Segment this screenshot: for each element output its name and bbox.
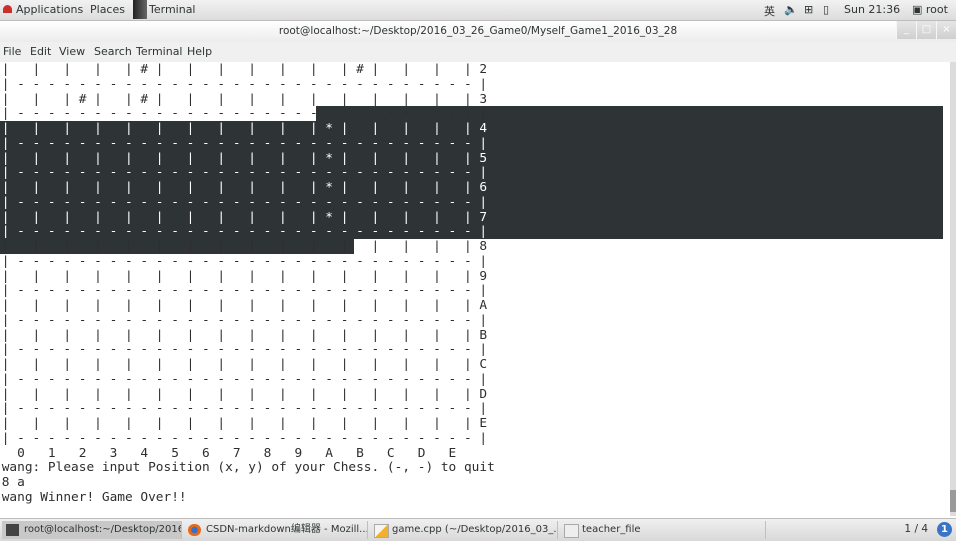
terminal-icon bbox=[6, 524, 19, 536]
terminal-line: | - - - - - - - - - - - - - - - - - - - … bbox=[0, 401, 488, 417]
terminal-line: | - - - - - - - - - - - - - - - - - - - … bbox=[0, 106, 488, 122]
user-menu[interactable]: ▣ root bbox=[912, 3, 948, 16]
battery-icon[interactable]: ▯ bbox=[823, 3, 829, 16]
terminal-line: | - - - - - - - - - - - - - - - - - - - … bbox=[0, 165, 488, 181]
task-label: teacher_file bbox=[582, 524, 641, 535]
terminal-line: 8 a bbox=[1, 475, 25, 490]
terminal-line: | | | | | | | | | | | | | | | | 8 bbox=[0, 239, 488, 254]
terminal-line: | - - - - - - - - - - - - - - - - - - - … bbox=[0, 430, 488, 446]
volume-icon[interactable]: 🔈 bbox=[784, 3, 798, 16]
terminal-line: | | | | | | | | | | | | | | | | C bbox=[0, 357, 488, 372]
terminal-line: | | | | | # | | | | | | | # | | | | 2 bbox=[0, 62, 488, 77]
terminal-app-icon bbox=[133, 0, 147, 19]
notification-badge[interactable]: 1 bbox=[937, 522, 952, 537]
task-label: game.cpp (~/Desktop/2016_03_... bbox=[392, 524, 558, 535]
terminal-line: | - - - - - - - - - - - - - - - - - - - … bbox=[0, 76, 488, 92]
firefox-icon bbox=[188, 524, 201, 536]
menu-terminal[interactable]: Terminal bbox=[136, 45, 183, 58]
terminal-line: | - - - - - - - - - - - - - - - - - - - … bbox=[0, 194, 488, 210]
task-firefox[interactable]: CSDN-markdown编辑器 - Mozill... bbox=[184, 521, 368, 539]
terminal-line: | | | | | | | | | | | * | | | | | 5 bbox=[0, 150, 488, 166]
window-titlebar[interactable]: root@localhost:~/Desktop/2016_03_26_Game… bbox=[0, 21, 956, 42]
terminal-line: | | | | | | | | | | | | | | | | B bbox=[0, 327, 488, 343]
terminal-scrollbar[interactable] bbox=[950, 62, 956, 516]
terminal-line: | | | | | | | | | | | | | | | | 9 bbox=[0, 268, 488, 284]
taskbar: root@localhost:~/Desktop/2016... CSDN-ma… bbox=[0, 518, 956, 541]
user-label: root bbox=[925, 3, 948, 16]
maximize-button[interactable]: □ bbox=[916, 21, 936, 39]
terminal-line: | | | | | | | | | | | | | | | | D bbox=[0, 386, 488, 402]
terminal-line: | | | # | | # | | | | | | | | | | | 3 bbox=[0, 91, 488, 107]
window-title: root@localhost:~/Desktop/2016_03_26_Game… bbox=[278, 25, 678, 37]
text-editor-icon bbox=[374, 524, 389, 538]
terminal-line: wang Winner! Game Over!! bbox=[0, 489, 187, 505]
terminal-line: | - - - - - - - - - - - - - - - - - - - … bbox=[0, 312, 488, 328]
terminal-line: | - - - - - - - - - - - - - - - - - - - … bbox=[0, 283, 488, 299]
terminal-line: | | | | | | | | | | | | | | | | A bbox=[0, 298, 488, 313]
task-label: CSDN-markdown编辑器 - Mozill... bbox=[206, 524, 368, 535]
close-button[interactable]: × bbox=[936, 21, 956, 39]
menubar: File Edit View Search Terminal Help bbox=[0, 42, 956, 62]
terminal-line: wang: Please input Position (x, y) of yo… bbox=[0, 460, 495, 476]
minimize-button[interactable]: _ bbox=[896, 21, 916, 39]
input-method-indicator[interactable]: 英 bbox=[764, 3, 775, 19]
top-panel: Applications Places Terminal 英 🔈 ⊞ ▯ Sun… bbox=[0, 0, 956, 21]
terminal-line: | - - - - - - - - - - - - - - - - - - - … bbox=[0, 342, 488, 358]
terminal-line: | | | | | | | | | | | * | | | | | 7 bbox=[0, 209, 488, 225]
scrollbar-thumb[interactable] bbox=[950, 490, 956, 512]
menu-edit[interactable]: Edit bbox=[30, 45, 51, 58]
menu-file[interactable]: File bbox=[3, 45, 21, 58]
window-controls: _ □ × bbox=[896, 21, 956, 39]
terminal-line: | | | | | | | | | | | * | | | | | 4 bbox=[0, 121, 488, 136]
menu-help[interactable]: Help bbox=[187, 45, 212, 58]
task-gedit[interactable]: game.cpp (~/Desktop/2016_03_... bbox=[370, 521, 558, 539]
user-icon: ▣ bbox=[912, 3, 923, 16]
places-menu[interactable]: Places bbox=[90, 3, 125, 16]
terminal-line: | | | | | | | | | | | | | | | | E bbox=[0, 416, 488, 431]
terminal-line: | - - - - - - - - - - - - - - - - - - - … bbox=[0, 371, 488, 387]
active-app-menu[interactable]: Terminal bbox=[149, 3, 196, 16]
applications-label: Applications bbox=[16, 3, 84, 16]
terminal-line: | - - - - - - - - - - - - - - - - - - - … bbox=[0, 253, 488, 269]
menu-search[interactable]: Search bbox=[94, 45, 132, 58]
menu-view[interactable]: View bbox=[59, 45, 85, 58]
terminal-line: 0 1 2 3 4 5 6 7 8 9 A B C D E bbox=[0, 445, 457, 461]
task-label: root@localhost:~/Desktop/2016... bbox=[24, 524, 182, 535]
terminal-line: | - - - - - - - - - - - - - - - - - - - … bbox=[0, 224, 488, 240]
network-icon[interactable]: ⊞ bbox=[804, 3, 813, 16]
terminal-line: | | | | | | | | | | | * | | | | | 6 bbox=[0, 180, 488, 195]
clock[interactable]: Sun 21:36 bbox=[844, 3, 900, 16]
workspace-switcher[interactable]: 1 / 4 bbox=[904, 523, 928, 535]
terminal-line: | - - - - - - - - - - - - - - - - - - - … bbox=[0, 135, 488, 151]
file-icon bbox=[564, 524, 579, 538]
task-file[interactable]: teacher_file bbox=[560, 521, 766, 539]
applications-menu[interactable]: Applications bbox=[3, 3, 83, 16]
terminal-output[interactable]: | | | | | # | | | | | | | # | | | | 2 | … bbox=[0, 62, 950, 516]
task-terminal[interactable]: root@localhost:~/Desktop/2016... bbox=[2, 521, 182, 539]
redhat-icon bbox=[3, 5, 12, 13]
